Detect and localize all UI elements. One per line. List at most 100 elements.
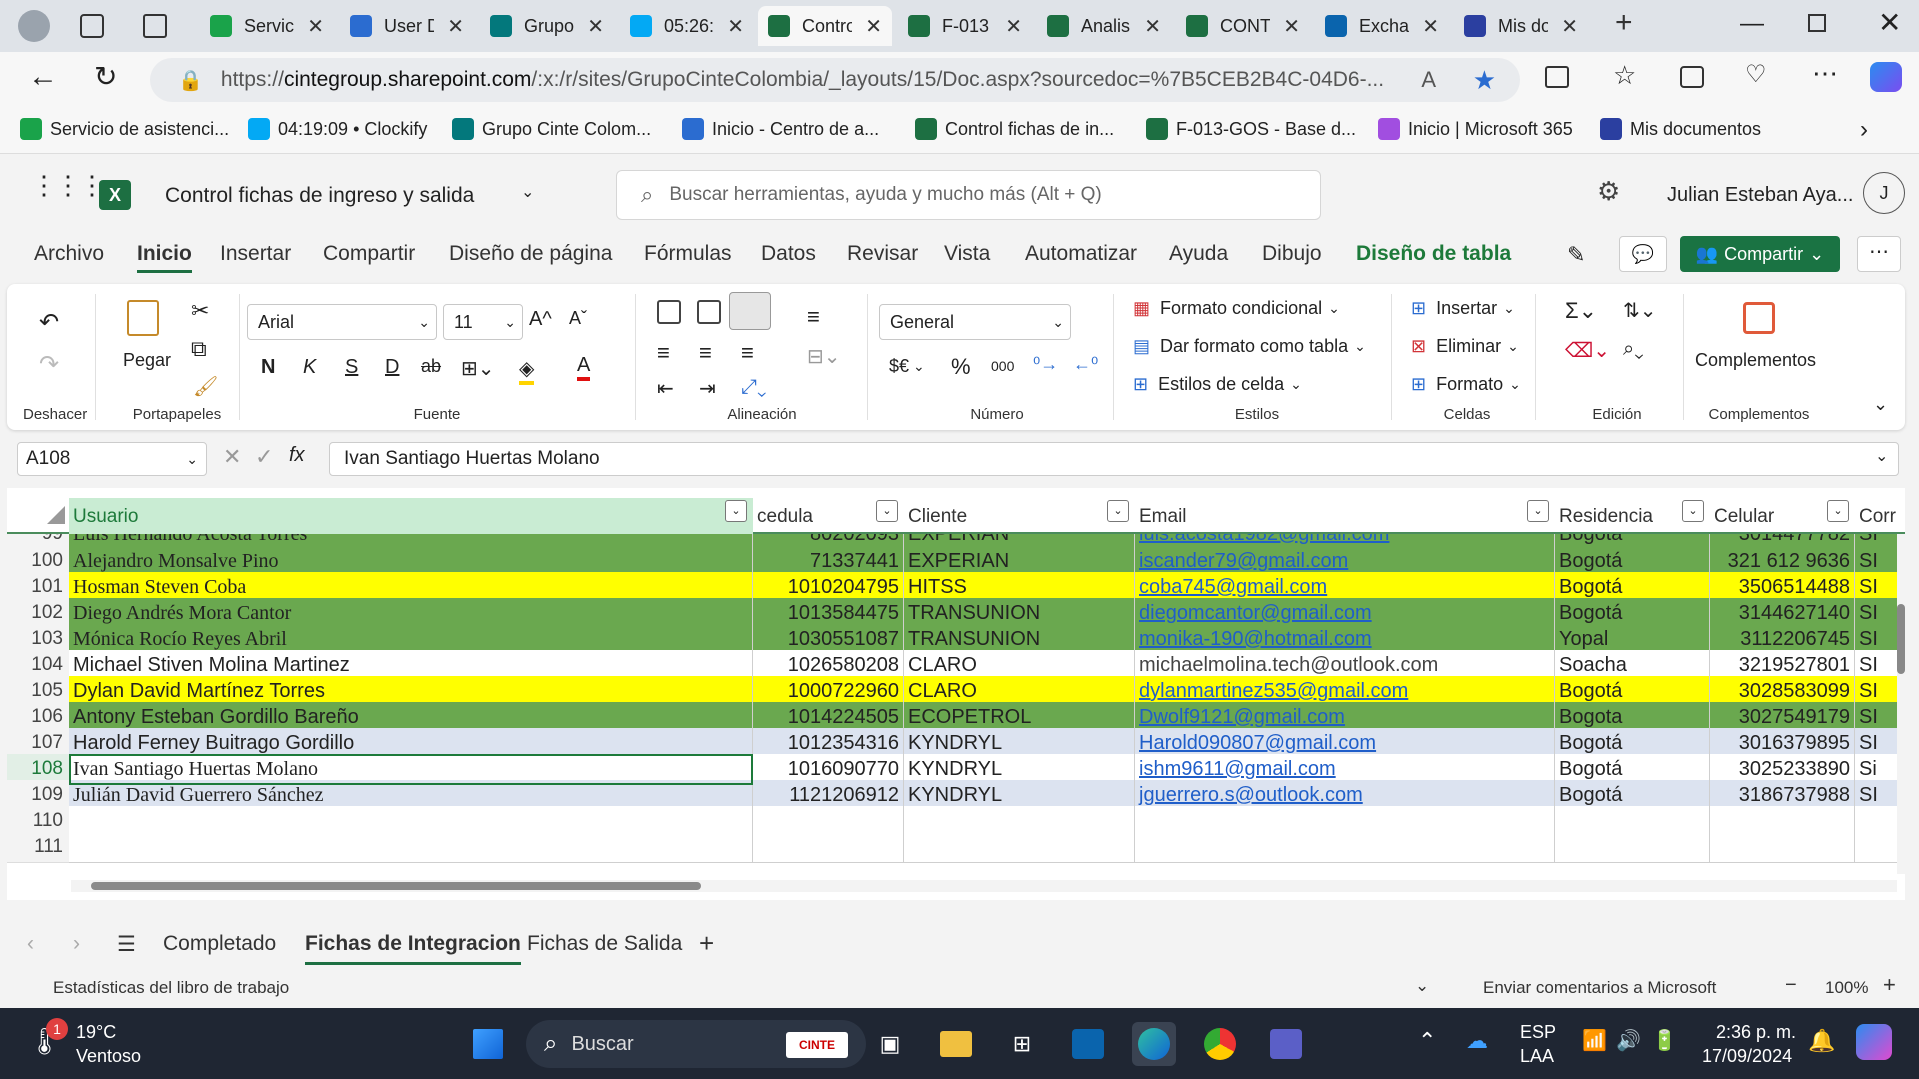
close-tab-icon[interactable]: ✕ <box>865 14 882 39</box>
align-bottom-icon[interactable] <box>729 292 771 330</box>
store-icon[interactable]: ⊞ <box>1000 1022 1044 1066</box>
align-center-icon[interactable]: ≡ <box>699 340 712 366</box>
ribbon-options-button[interactable]: ⋯ <box>1857 236 1901 272</box>
chevron-down-icon[interactable]: ⌄ <box>521 182 534 202</box>
onedrive-icon[interactable]: ☁ <box>1466 1028 1488 1054</box>
minimize-button[interactable]: — <box>1740 10 1764 38</box>
increase-indent-icon[interactable]: ⇥ <box>699 376 716 401</box>
enter-icon[interactable]: ✓ <box>255 444 273 470</box>
browser-tab[interactable]: 05:26: ✕ <box>620 6 754 46</box>
ribbon-tab[interactable]: Diseño de tabla <box>1356 242 1511 266</box>
lang-2[interactable]: LAA <box>1520 1046 1554 1067</box>
browser-essentials-icon[interactable]: ♡ <box>1745 60 1767 89</box>
clock-time[interactable]: 2:36 p. m. <box>1716 1022 1796 1043</box>
wrap-text-icon[interactable]: ≡ <box>807 304 820 330</box>
browser-tab[interactable]: F-013 ✕ <box>898 6 1032 46</box>
number-format-select[interactable]: General ⌄ <box>879 304 1071 340</box>
paste-button[interactable]: Pegar <box>123 350 171 371</box>
percent-button[interactable]: % <box>951 354 971 380</box>
fill-color-icon[interactable]: ◈ <box>519 356 535 385</box>
windows-start-icon[interactable] <box>466 1022 510 1066</box>
column-header[interactable]: Email <box>1135 498 1555 534</box>
vertical-scrollbar[interactable] <box>1897 534 1905 874</box>
close-tab-icon[interactable]: ✕ <box>727 14 744 39</box>
app-launcher-icon[interactable]: ⋮⋮⋮ <box>31 172 105 198</box>
decrease-font-icon[interactable]: Aˇ <box>569 308 587 329</box>
ribbon-tab[interactable]: Dibujo <box>1262 242 1322 266</box>
bookmark-item[interactable]: Servicio de asistenci... <box>20 118 229 140</box>
all-sheets-icon[interactable]: ☰ <box>117 932 136 957</box>
redo-icon[interactable]: ↷ <box>39 350 59 379</box>
ribbon-tab[interactable]: Ayuda <box>1169 242 1228 266</box>
bookmark-item[interactable]: Inicio - Centro de a... <box>682 118 879 140</box>
ribbon-tab[interactable]: Automatizar <box>1025 242 1137 266</box>
row-number[interactable]: 111 <box>7 832 69 863</box>
thousands-button[interactable]: 000 <box>991 358 1014 374</box>
browser-tab[interactable]: CONT ✕ <box>1176 6 1310 46</box>
align-right-icon[interactable]: ≡ <box>741 340 754 366</box>
close-tab-icon[interactable]: ✕ <box>1283 14 1300 39</box>
copy-icon[interactable]: ⧉ <box>191 336 207 362</box>
insert-cells-button[interactable]: ⊞ Insertar ⌄ <box>1411 298 1515 319</box>
chrome-icon[interactable] <box>1198 1022 1242 1066</box>
sheet-tab-completado[interactable]: Completado <box>163 932 276 956</box>
ribbon-tab[interactable]: Compartir <box>323 242 415 266</box>
format-painter-icon[interactable]: 🖌 <box>193 374 218 399</box>
browser-tab[interactable]: Contro ✕ <box>758 6 892 46</box>
font-name-select[interactable]: Arial ⌄ <box>247 304 437 340</box>
tray-chevron-icon[interactable]: ⌃ <box>1418 1028 1436 1054</box>
font-color-icon[interactable]: A <box>577 354 591 381</box>
filter-dropdown-icon[interactable]: ⌄ <box>876 500 898 522</box>
column-header[interactable]: Usuario <box>69 498 753 534</box>
close-tab-icon[interactable]: ✕ <box>587 14 604 39</box>
read-aloud-icon[interactable]: A <box>1421 67 1436 93</box>
share-button[interactable]: 👥 Compartir ⌄ <box>1680 236 1840 272</box>
sheet-tab-fichas-integracion[interactable]: Fichas de Integracion <box>305 932 521 965</box>
filter-dropdown-icon[interactable]: ⌄ <box>1682 500 1704 522</box>
filter-dropdown-icon[interactable]: ⌄ <box>1107 500 1129 522</box>
workspaces-icon[interactable] <box>80 14 104 38</box>
new-tab-button[interactable]: + <box>1615 6 1633 40</box>
close-tab-icon[interactable]: ✕ <box>1561 14 1578 39</box>
strikethrough-button[interactable]: S <box>345 356 358 379</box>
column-header[interactable]: Cliente <box>904 498 1135 534</box>
format-as-table-button[interactable]: ▤ Dar formato como tabla ⌄ <box>1133 336 1366 357</box>
close-tab-icon[interactable]: ✕ <box>1422 14 1439 39</box>
cancel-icon[interactable]: ✕ <box>223 444 241 470</box>
cut-icon[interactable]: ✂ <box>191 298 209 324</box>
addins-button[interactable]: Complementos <box>1695 350 1816 371</box>
close-tab-icon[interactable]: ✕ <box>307 14 324 39</box>
ribbon-tab[interactable]: Vista <box>944 242 990 266</box>
font-size-select[interactable]: 11 ⌄ <box>443 304 523 340</box>
lang-1[interactable]: ESP <box>1520 1022 1556 1043</box>
filter-dropdown-icon[interactable]: ⌄ <box>1527 500 1549 522</box>
ribbon-tab[interactable]: Diseño de página <box>449 242 612 266</box>
teams-icon[interactable] <box>1264 1022 1308 1066</box>
edge-icon[interactable] <box>1132 1022 1176 1066</box>
strikethrough-ab-icon[interactable]: ab <box>421 356 441 377</box>
collections-icon[interactable] <box>1680 66 1704 88</box>
wifi-icon[interactable]: 📶 <box>1582 1028 1607 1053</box>
clock-date[interactable]: 17/09/2024 <box>1702 1046 1792 1067</box>
expand-formula-icon[interactable]: ⌄ <box>1875 446 1888 466</box>
refresh-icon[interactable]: ↻ <box>94 60 117 93</box>
find-icon[interactable]: ⌕⌄ <box>1623 338 1644 361</box>
browser-tab[interactable]: Exchar ✕ <box>1315 6 1449 46</box>
autosum-icon[interactable]: Σ⌄ <box>1565 298 1597 324</box>
ribbon-tab[interactable]: Insertar <box>220 242 291 266</box>
column-header[interactable]: Corr <box>1855 498 1905 534</box>
pen-icon[interactable]: ✎ <box>1567 242 1585 268</box>
ribbon-tab[interactable]: Archivo <box>34 242 104 266</box>
conditional-format-button[interactable]: ▦ Formato condicional ⌄ <box>1133 298 1340 319</box>
paste-icon[interactable] <box>127 300 159 336</box>
browser-tab[interactable]: Grupo ✕ <box>480 6 614 46</box>
settings-gear-icon[interactable]: ⚙ <box>1597 176 1620 207</box>
align-left-icon[interactable]: ≡ <box>657 340 670 366</box>
prev-sheet-icon[interactable]: ‹ <box>27 932 34 956</box>
user-avatar[interactable]: J <box>1863 172 1905 214</box>
add-sheet-icon[interactable]: + <box>699 928 714 959</box>
empty-cell[interactable] <box>1555 832 1710 863</box>
file-explorer-icon[interactable] <box>934 1022 978 1066</box>
browser-tab[interactable]: User D ✕ <box>340 6 474 46</box>
next-sheet-icon[interactable]: › <box>73 932 80 956</box>
